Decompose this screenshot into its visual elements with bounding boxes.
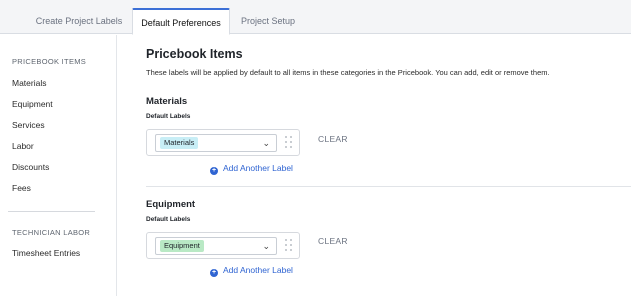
tab-create-project-labels[interactable]: Create Project Labels — [28, 9, 130, 34]
sidebar-item-equipment[interactable]: Equipment — [12, 99, 53, 109]
drag-handle-icon[interactable] — [285, 239, 293, 253]
sidebar-heading-technician-labor: TECHNICIAN LABOR — [12, 228, 91, 237]
sidebar-divider — [8, 211, 95, 212]
section-divider — [146, 186, 631, 187]
sidebar: PRICEBOOK ITEMS Materials Equipment Serv… — [0, 35, 117, 296]
sidebar-item-services[interactable]: Services — [12, 120, 45, 130]
sidebar-item-timesheet-entries[interactable]: Timesheet Entries — [12, 248, 80, 258]
sidebar-item-discounts[interactable]: Discounts — [12, 162, 49, 172]
section-title-materials: Materials — [146, 96, 188, 107]
section-title-equipment: Equipment — [146, 199, 196, 210]
tab-default-preferences[interactable]: Default Preferences — [132, 8, 230, 35]
label-select-equipment[interactable]: Equipment ⌄ — [155, 237, 277, 255]
page-description: These labels will be applied by default … — [146, 68, 550, 77]
chevron-down-icon[interactable]: ⌄ — [262, 136, 270, 150]
sidebar-item-fees[interactable]: Fees — [12, 183, 31, 193]
clear-button-materials[interactable]: CLEAR — [318, 134, 348, 144]
sidebar-heading-pricebook: PRICEBOOK ITEMS — [12, 57, 87, 66]
label-row-equipment: Equipment ⌄ — [146, 232, 300, 259]
page-title: Pricebook Items — [146, 47, 243, 61]
label-select-materials[interactable]: Materials ⌄ — [155, 134, 277, 152]
sidebar-item-labor[interactable]: Labor — [12, 141, 34, 151]
tab-bar: Create Project Labels Default Preference… — [0, 0, 631, 35]
plus-circle-icon: + — [210, 269, 218, 277]
plus-circle-icon: + — [210, 167, 218, 175]
sidebar-item-materials[interactable]: Materials — [12, 78, 46, 88]
label-row-materials: Materials ⌄ — [146, 129, 300, 156]
chevron-down-icon[interactable]: ⌄ — [262, 239, 270, 253]
section-subtitle-materials: Default Labels — [146, 113, 191, 120]
clear-button-equipment[interactable]: CLEAR — [318, 236, 348, 246]
section-subtitle-equipment: Default Labels — [146, 216, 191, 223]
add-label-text-materials: Add Another Label — [223, 163, 293, 173]
main-content: Pricebook Items These labels will be app… — [118, 35, 631, 296]
label-tag-materials: Materials — [160, 137, 199, 149]
tab-project-setup[interactable]: Project Setup — [232, 9, 304, 34]
label-tag-equipment: Equipment — [160, 240, 204, 252]
drag-handle-icon[interactable] — [285, 136, 293, 150]
add-label-link-equipment[interactable]: + Add Another Label — [210, 265, 293, 277]
add-label-link-materials[interactable]: + Add Another Label — [210, 163, 293, 175]
add-label-text-equipment: Add Another Label — [223, 265, 293, 275]
